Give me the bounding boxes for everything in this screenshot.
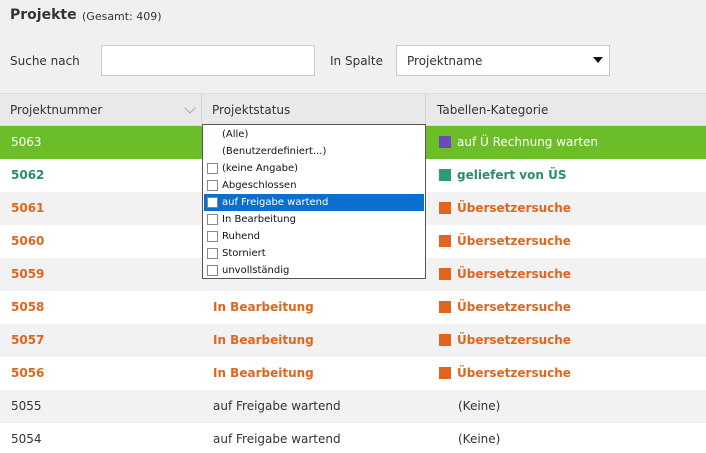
row-number: 5063 bbox=[11, 135, 42, 149]
row-status: auf Freigabe wartend bbox=[213, 432, 341, 446]
filter-option-ruhend[interactable]: Ruhend bbox=[204, 228, 424, 245]
row-category: Übersetzersuche bbox=[439, 258, 571, 291]
filter-option-alle[interactable]: (Alle) bbox=[204, 126, 424, 143]
row-number: 5057 bbox=[11, 333, 45, 347]
column-label: In Spalte bbox=[330, 54, 383, 68]
column-header-label: Projektnummer bbox=[10, 103, 103, 117]
filter-option-in-bearbeitung[interactable]: In Bearbeitung bbox=[204, 211, 424, 228]
row-status: In Bearbeitung bbox=[213, 300, 314, 314]
row-category: Übersetzersuche bbox=[439, 225, 571, 258]
sort-chevron-icon[interactable] bbox=[184, 102, 196, 114]
checkbox[interactable] bbox=[207, 214, 218, 225]
row-category: (Keine) bbox=[458, 432, 501, 446]
row-category: geliefert von ÜS bbox=[439, 159, 566, 192]
row-category: Übersetzersuche bbox=[439, 192, 571, 225]
toolbar-area: Projekte (Gesamt: 409) Suche nach In Spa… bbox=[0, 0, 706, 93]
table-row[interactable]: 5057 In Bearbeitung Übersetzersuche bbox=[0, 324, 706, 357]
table-row[interactable]: 5054 auf Freigabe wartend (Keine) bbox=[0, 423, 706, 453]
row-status: auf Freigabe wartend bbox=[213, 399, 341, 413]
category-color-swatch bbox=[439, 136, 451, 148]
filter-option-auf-freigabe-wartend[interactable]: auf Freigabe wartend bbox=[204, 194, 424, 211]
column-select[interactable]: Projektname bbox=[396, 45, 610, 76]
chevron-down-icon bbox=[593, 57, 603, 63]
column-header-projektstatus[interactable]: Projektstatus bbox=[202, 94, 426, 125]
filter-option-abgeschlossen[interactable]: Abgeschlossen bbox=[204, 177, 424, 194]
category-color-swatch bbox=[439, 235, 451, 247]
checkbox[interactable] bbox=[207, 180, 218, 191]
category-color-swatch bbox=[439, 169, 451, 181]
total-count: (Gesamt: 409) bbox=[82, 10, 162, 23]
category-color-swatch bbox=[439, 268, 451, 280]
row-number: 5059 bbox=[11, 267, 45, 281]
row-number: 5054 bbox=[11, 432, 42, 446]
checkbox[interactable] bbox=[207, 197, 218, 208]
category-color-swatch bbox=[439, 202, 451, 214]
checkbox[interactable] bbox=[207, 248, 218, 259]
page-title: Projekte bbox=[10, 7, 77, 23]
table-row[interactable]: 5055 auf Freigabe wartend (Keine) bbox=[0, 390, 706, 423]
row-category: (Keine) bbox=[458, 399, 501, 413]
row-status: In Bearbeitung bbox=[213, 333, 314, 347]
category-color-swatch bbox=[439, 367, 451, 379]
column-select-value: Projektname bbox=[407, 54, 483, 68]
table-row[interactable]: 5056 In Bearbeitung Übersetzersuche bbox=[0, 357, 706, 390]
search-input[interactable] bbox=[101, 45, 315, 76]
row-category: auf Ü Rechnung warten bbox=[439, 126, 598, 159]
checkbox[interactable] bbox=[207, 265, 218, 276]
filter-option-unvollstaendig[interactable]: unvollständig bbox=[204, 262, 424, 279]
row-number: 5056 bbox=[11, 366, 45, 380]
category-color-swatch bbox=[439, 334, 451, 346]
search-label: Suche nach bbox=[10, 54, 80, 68]
checkbox[interactable] bbox=[207, 231, 218, 242]
filter-option-benutzerdefiniert[interactable]: (Benutzerdefiniert...) bbox=[204, 143, 424, 160]
column-header-kategorie[interactable]: Tabellen-Kategorie bbox=[426, 94, 706, 125]
row-number: 5055 bbox=[11, 399, 42, 413]
checkbox[interactable] bbox=[207, 163, 218, 174]
row-number: 5058 bbox=[11, 300, 45, 314]
row-category: Übersetzersuche bbox=[439, 291, 571, 324]
filter-option-keine-angabe[interactable]: (keine Angabe) bbox=[204, 160, 424, 177]
row-status: In Bearbeitung bbox=[213, 366, 314, 380]
row-number: 5062 bbox=[11, 168, 45, 182]
table-row[interactable]: 5058 In Bearbeitung Übersetzersuche bbox=[0, 291, 706, 324]
row-category: Übersetzersuche bbox=[439, 357, 571, 390]
row-category: Übersetzersuche bbox=[439, 324, 571, 357]
status-filter-dropdown[interactable]: (Alle) (Benutzerdefiniert...) (keine Ang… bbox=[202, 124, 426, 279]
category-color-swatch bbox=[439, 301, 451, 313]
column-header-projektnummer[interactable]: Projektnummer bbox=[0, 94, 202, 125]
row-number: 5061 bbox=[11, 201, 45, 215]
table-header: Projektnummer Projektstatus Tabellen-Kat… bbox=[0, 93, 706, 126]
filter-option-storniert[interactable]: Storniert bbox=[204, 245, 424, 262]
column-header-label: Projektstatus bbox=[212, 103, 291, 117]
column-header-label: Tabellen-Kategorie bbox=[437, 103, 549, 117]
row-number: 5060 bbox=[11, 234, 45, 248]
